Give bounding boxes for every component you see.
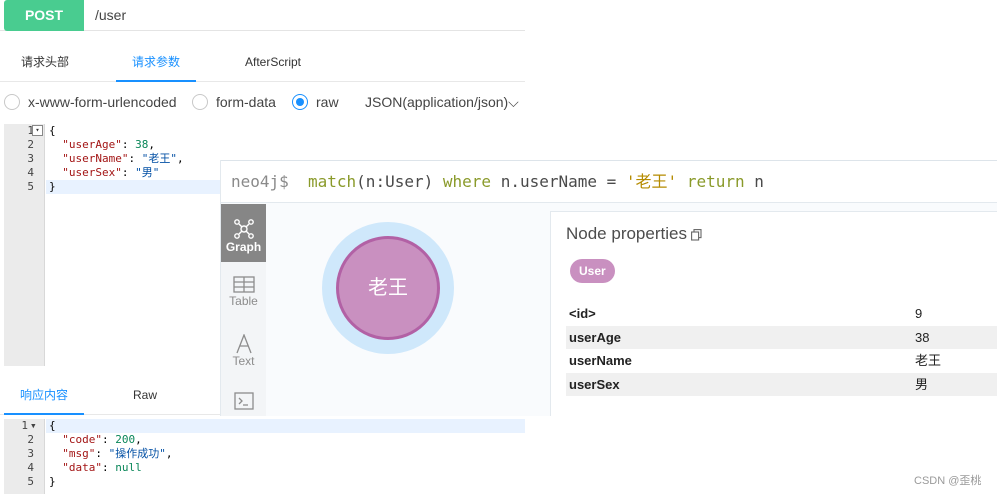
code-line: "userAge": 38,	[62, 138, 155, 151]
line-number: 2	[27, 433, 34, 446]
code-line: "code": 200,	[62, 433, 142, 446]
watermark: CSDN @歪桃	[914, 475, 982, 487]
view-text-button[interactable]: Text	[221, 334, 266, 384]
body-type-group: x-www-form-urlencoded form-data raw JSON…	[0, 90, 525, 114]
tab-raw[interactable]: Raw	[110, 377, 180, 415]
radio-circle-icon	[4, 94, 20, 110]
tab-request-params[interactable]: 请求参数	[116, 44, 196, 82]
node-label-badge[interactable]: User	[570, 259, 615, 283]
node-properties-panel: Node properties User <id> 9 userAge 38 u…	[550, 211, 997, 416]
request-bar: POST /user	[0, 0, 525, 31]
code-line: "data": null	[62, 461, 142, 474]
radio-raw[interactable]: raw	[292, 90, 339, 114]
line-number: 5	[27, 475, 34, 488]
response-tabs: 响应内容 Raw	[0, 377, 220, 415]
code-line: }	[49, 180, 56, 193]
property-value: 男	[915, 377, 929, 392]
tab-response-content[interactable]: 响应内容	[4, 377, 84, 415]
neo4j-prompt: neo4j$	[231, 172, 289, 191]
view-code-button[interactable]	[221, 392, 266, 414]
property-value: 老王	[915, 353, 942, 368]
radio-form-data[interactable]: form-data	[192, 90, 276, 114]
view-text-label: Text	[232, 354, 255, 368]
view-graph-label: Graph	[225, 240, 262, 254]
line-number: 1	[27, 124, 34, 137]
property-key: userName	[569, 353, 632, 368]
radio-label: form-data	[216, 94, 276, 110]
chevron-down-icon: ⌵	[508, 94, 519, 110]
line-number: 2	[27, 138, 34, 151]
graph-node[interactable]: 老王	[336, 236, 440, 340]
node-properties-title: Node properties	[566, 224, 702, 244]
fold-toggle-icon[interactable]: ▾	[32, 125, 43, 136]
view-graph-button[interactable]: Graph	[221, 204, 266, 262]
radio-circle-icon	[192, 94, 208, 110]
cypher-query: match(n:User) where n.userName = '老王' re…	[308, 172, 764, 191]
request-body-editor[interactable]: 1 ▾ 2 3 4 5 { "userAge": 38, "userName":…	[4, 124, 220, 366]
property-value: 9	[915, 306, 923, 321]
result-view-sidebar: Graph Table Text	[221, 204, 266, 416]
view-table-button[interactable]: Table	[221, 276, 266, 326]
line-number: 3	[27, 152, 34, 165]
neo4j-result-panel: neo4j$ match(n:User) where n.userName = …	[220, 160, 997, 416]
view-table-label: Table	[229, 294, 258, 308]
property-key: <id>	[569, 306, 596, 321]
line-number: 3	[27, 447, 34, 460]
table-icon	[232, 276, 255, 293]
active-line-highlight	[46, 419, 525, 433]
graph-icon	[233, 219, 254, 239]
radio-label: x-www-form-urlencoded	[28, 94, 177, 110]
property-key: userSex	[569, 377, 620, 392]
line-number: 5	[27, 180, 34, 193]
code-line: {	[49, 124, 56, 137]
method-button[interactable]: POST	[4, 0, 84, 31]
content-type-value: JSON(application/json)	[365, 94, 509, 110]
url-input[interactable]: /user	[95, 0, 126, 31]
property-key: userAge	[569, 330, 622, 345]
property-row: userSex 男	[566, 373, 997, 396]
radio-x-www-form-urlencoded[interactable]: x-www-form-urlencoded	[4, 90, 177, 114]
code-line: "userSex": "男"	[62, 166, 160, 179]
radio-selected-icon	[292, 94, 308, 110]
copy-icon[interactable]	[691, 228, 702, 241]
code-line: "userName": "老王",	[62, 152, 184, 165]
property-row: userName 老王	[566, 349, 997, 372]
request-tabs: 请求头部 请求参数 AfterScript	[0, 44, 525, 82]
line-number-gutter: 1 ▾ 2 3 4 5	[4, 124, 45, 366]
tab-request-headers[interactable]: 请求头部	[0, 44, 90, 82]
property-value: 38	[915, 330, 930, 345]
cypher-command-bar[interactable]: neo4j$ match(n:User) where n.userName = …	[221, 160, 997, 203]
active-line-highlight	[46, 180, 220, 194]
code-line: }	[49, 475, 56, 488]
tab-afterscript[interactable]: AfterScript	[232, 44, 314, 82]
property-row: <id> 9	[566, 302, 997, 325]
property-row: userAge 38	[566, 326, 997, 349]
radio-label: raw	[316, 94, 339, 110]
code-icon	[233, 392, 254, 410]
line-number: 1	[21, 419, 28, 432]
response-body-viewer[interactable]: 1 ▾ 2 3 4 5 { "code": 200, "msg": "操作成功"…	[4, 419, 525, 494]
text-icon	[235, 334, 252, 354]
line-number: 4	[27, 166, 34, 179]
code-line: "msg": "操作成功",	[62, 447, 173, 460]
code-line: {	[49, 419, 56, 432]
line-number: 4	[27, 461, 34, 474]
content-type-select[interactable]: JSON(application/json)⌵	[365, 90, 519, 114]
fold-toggle-icon[interactable]: ▾	[30, 419, 40, 433]
line-number-gutter: 1 ▾ 2 3 4 5	[4, 419, 45, 494]
